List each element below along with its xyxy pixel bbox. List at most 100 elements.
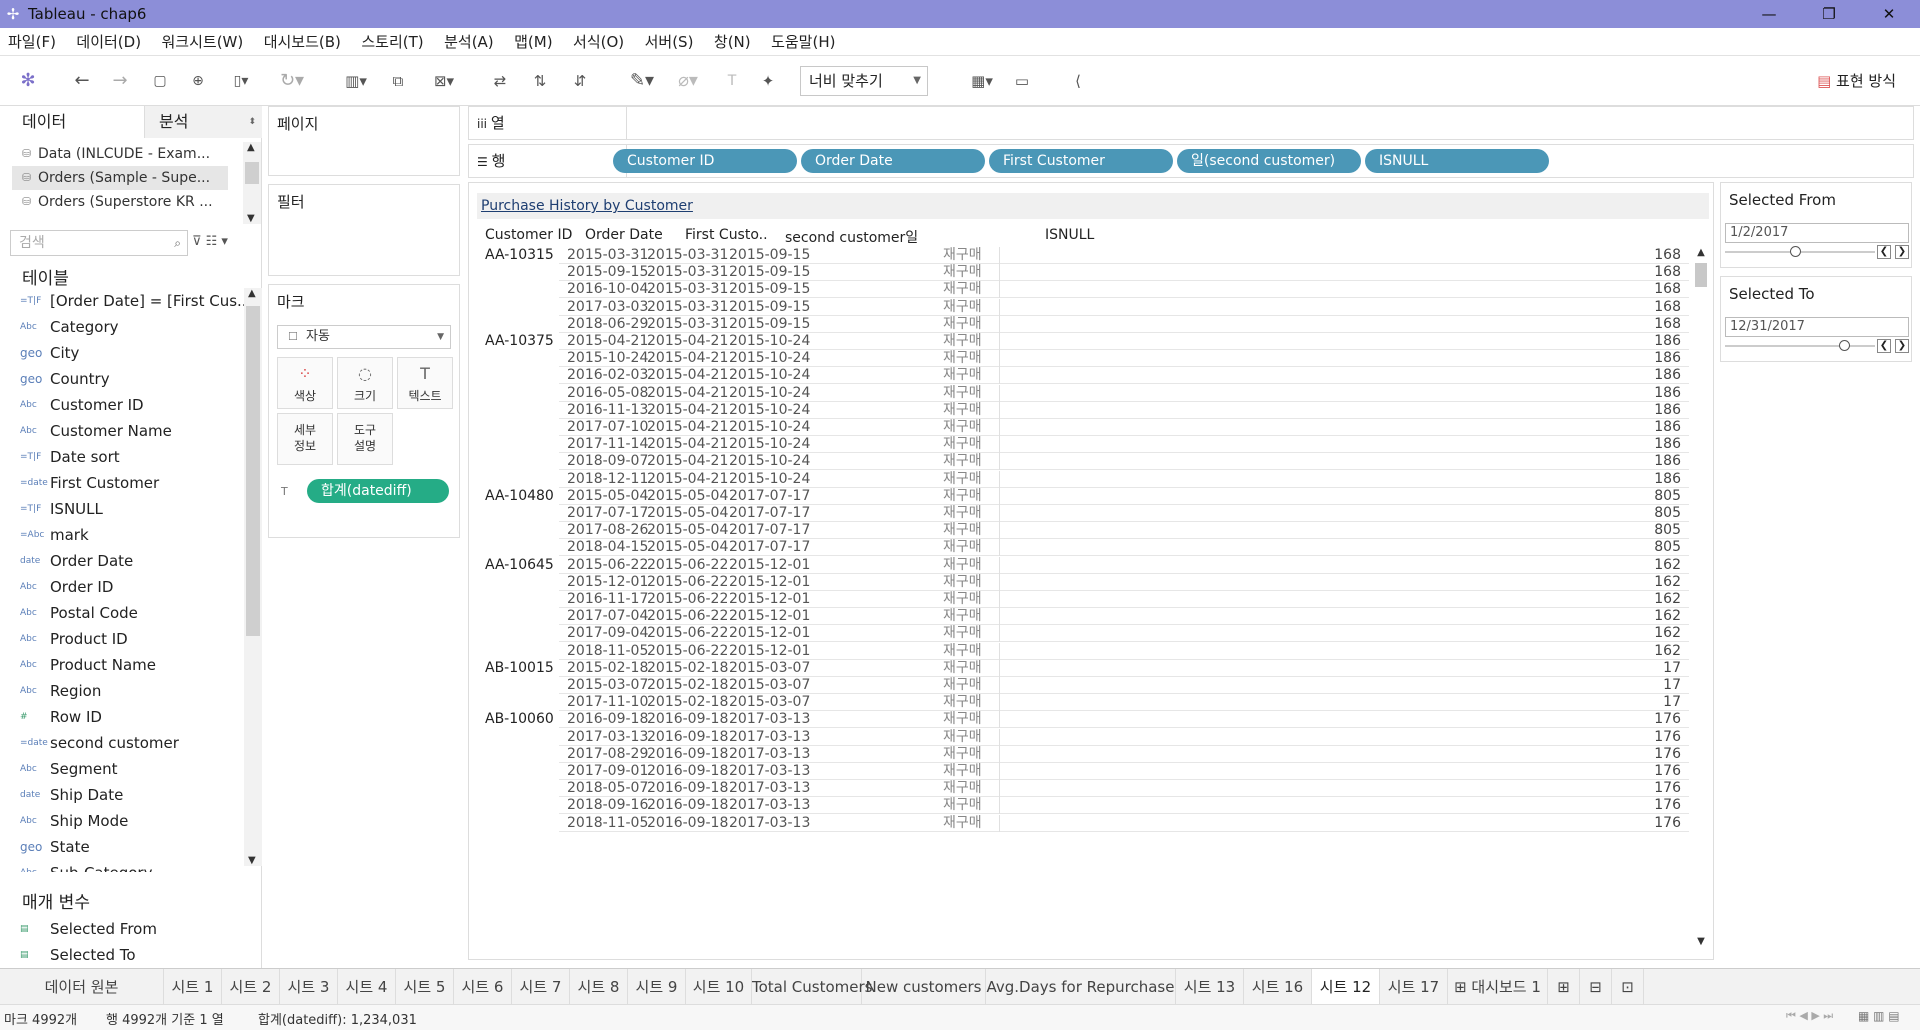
table-row[interactable]: 2015-12-01 2015-06-22 2015-12-01 재구매 162 xyxy=(477,573,1689,591)
scroll-up-icon[interactable]: ▲ xyxy=(247,142,255,153)
sheet-tab[interactable]: 시트 10 xyxy=(686,969,752,1005)
show-me-button[interactable]: ▤ 표현 방식 xyxy=(1817,70,1896,91)
param-to-prev-icon[interactable]: ❮ xyxy=(1877,339,1891,353)
table-row[interactable]: 2018-11-05 2015-06-22 2015-12-01 재구매 162 xyxy=(477,642,1689,660)
rows-pill-customer-id[interactable]: Customer ID xyxy=(613,149,797,173)
menu-dashboard[interactable]: 대시보드(B) xyxy=(256,28,349,56)
pages-card[interactable]: 페이지 xyxy=(268,106,460,176)
table-row[interactable]: 2018-05-07 2016-09-18 2017-03-13 재구매 176 xyxy=(477,780,1689,798)
sheet-tab[interactable]: Total Customers xyxy=(752,969,872,1005)
table-row[interactable]: 2015-10-24 2015-04-21 2015-10-24 재구매 186 xyxy=(477,350,1689,368)
rows-pill-second-customer[interactable]: 일(second customer) xyxy=(1177,149,1361,173)
show-cards-icon[interactable]: ▦▾ xyxy=(962,68,1002,94)
close-icon[interactable]: ✕ xyxy=(1866,0,1912,28)
share-icon[interactable]: ⟨ xyxy=(1066,68,1090,94)
field-item[interactable]: Abc Segment xyxy=(0,756,244,782)
field-item[interactable]: Abc Postal Code xyxy=(0,600,244,626)
undo-icon[interactable]: ← xyxy=(70,68,94,94)
field-item[interactable]: geo City xyxy=(0,340,244,366)
new-worksheet-tab-icon[interactable]: ⊞ xyxy=(1548,969,1580,1005)
scroll-down-icon[interactable]: ▼ xyxy=(247,213,255,224)
redo-icon[interactable]: → xyxy=(108,68,132,94)
field-item[interactable]: Abc Region xyxy=(0,678,244,704)
table-row[interactable]: AA-10315 2015-03-31 2015-03-31 2015-09-15 재구… xyxy=(477,247,1689,264)
table-row[interactable]: 2018-09-16 2016-09-18 2017-03-13 재구매 176 xyxy=(477,797,1689,815)
view-title[interactable]: Purchase History by Customer xyxy=(477,193,1709,219)
mark-pill-datediff[interactable]: 합계(datediff) xyxy=(307,479,449,503)
sheet-tab[interactable]: 시트 17 xyxy=(1380,969,1448,1005)
view-scrollbar[interactable]: ▲ ▼ xyxy=(1693,247,1709,947)
sheet-tab[interactable]: Avg.Days for Repurchase xyxy=(986,969,1176,1005)
sheet-tab[interactable]: 시트 8 xyxy=(570,969,628,1005)
filter-icon[interactable]: ⊽ ☷ ▾ xyxy=(192,234,228,249)
table-row[interactable]: AA-10645 2015-06-22 2015-06-22 2015-12-01 재구… xyxy=(477,556,1689,574)
tableau-home-icon[interactable]: ✻ xyxy=(16,68,40,94)
menu-map[interactable]: 맵(M) xyxy=(506,28,560,56)
table-row[interactable]: 2017-07-04 2015-06-22 2015-12-01 재구매 162 xyxy=(477,608,1689,626)
scroll-thumb[interactable] xyxy=(245,162,259,184)
sheet-tab[interactable]: 시트 4 xyxy=(338,969,396,1005)
field-item[interactable]: date Order Date xyxy=(0,548,244,574)
header-customer-id[interactable]: Customer ID xyxy=(485,227,572,243)
tab-analysis[interactable]: 분석 ⬍ xyxy=(144,106,262,138)
field-item[interactable]: date Ship Date xyxy=(0,782,244,808)
field-item[interactable]: =T|F [Order Date] = [First Cus... xyxy=(0,288,244,314)
pause-updates-icon[interactable]: ▯▾ xyxy=(226,68,256,94)
table-row[interactable]: 2016-02-03 2015-04-21 2015-10-24 재구매 186 xyxy=(477,367,1689,385)
scroll-up-icon[interactable]: ▲ xyxy=(248,288,256,299)
param-item[interactable]: ▤ Selected From xyxy=(0,916,244,942)
table-row[interactable]: 2017-07-17 2015-05-04 2017-07-17 재구매 805 xyxy=(477,505,1689,522)
field-item[interactable]: geo Country xyxy=(0,366,244,392)
label-icon[interactable]: T xyxy=(720,68,744,94)
scroll-down-icon[interactable]: ▼ xyxy=(248,855,256,866)
menu-server[interactable]: 서버(S) xyxy=(637,28,702,56)
presentation-icon[interactable]: ▭ xyxy=(1010,68,1034,94)
table-row[interactable]: 2017-11-14 2015-04-21 2015-10-24 재구매 186 xyxy=(477,436,1689,454)
datasource-item[interactable]: ⛁ Orders (Sample - Supe... xyxy=(12,166,228,190)
scroll-down-icon[interactable]: ▼ xyxy=(1693,936,1709,947)
field-item[interactable]: Abc Product Name xyxy=(0,652,244,678)
menu-story[interactable]: 스토리(T) xyxy=(353,28,431,56)
param-to-input[interactable]: 12/31/2017 xyxy=(1725,317,1909,337)
group-icon[interactable]: ⌀▾ xyxy=(668,68,708,94)
sheet-tab[interactable]: 시트 9 xyxy=(628,969,686,1005)
sheet-tab[interactable]: ⊞ 대시보드 1 xyxy=(1448,969,1548,1005)
table-row[interactable]: 2017-09-01 2016-09-18 2017-03-13 재구매 176 xyxy=(477,763,1689,780)
refresh-icon[interactable]: ↻▾ xyxy=(272,68,312,94)
rows-pill-order-date[interactable]: Order Date xyxy=(801,149,985,173)
field-item[interactable]: Abc Order ID xyxy=(0,574,244,600)
field-scrollbar[interactable]: ▲ ▼ xyxy=(244,288,262,866)
menu-help[interactable]: 도움말(H) xyxy=(763,28,843,56)
field-item[interactable]: Abc Product ID xyxy=(0,626,244,652)
rows-pill-isnull[interactable]: ISNULL xyxy=(1365,149,1549,173)
header-isnull[interactable]: ISNULL xyxy=(1045,227,1094,243)
duplicate-sheet-icon[interactable]: ⧉ xyxy=(386,68,410,94)
sheet-tab[interactable]: 시트 5 xyxy=(396,969,454,1005)
swap-icon[interactable]: ⇄ xyxy=(488,68,512,94)
sort-descending-icon[interactable]: ⇵ xyxy=(568,68,592,94)
field-item[interactable]: =Abc mark xyxy=(0,522,244,548)
param-from-next-icon[interactable]: ❯ xyxy=(1895,245,1909,259)
clear-sheet-icon[interactable]: ⊠▾ xyxy=(424,68,464,94)
param-from-input[interactable]: 1/2/2017 xyxy=(1725,223,1909,243)
table-row[interactable]: 2018-09-07 2015-04-21 2015-10-24 재구매 186 xyxy=(477,453,1689,471)
table-row[interactable]: 2018-04-15 2015-05-04 2017-07-17 재구매 805 xyxy=(477,539,1689,557)
table-row[interactable]: 2018-06-29 2015-03-31 2015-09-15 재구매 168 xyxy=(477,315,1689,333)
table-row[interactable]: AA-10480 2015-05-04 2015-05-04 2017-07-17 재구… xyxy=(477,487,1689,505)
table-row[interactable]: 2017-08-29 2016-09-18 2017-03-13 재구매 176 xyxy=(477,745,1689,763)
detail-button[interactable]: 세부 정보 xyxy=(277,413,333,465)
menu-file[interactable]: 파일(F) xyxy=(0,28,64,56)
filters-card[interactable]: 필터 xyxy=(268,184,460,276)
highlight-icon[interactable]: ✎▾ xyxy=(622,68,662,94)
sheet-tab[interactable]: 시트 16 xyxy=(1244,969,1312,1005)
menu-data[interactable]: 데이터(D) xyxy=(68,28,149,56)
table-row[interactable]: 2016-11-17 2015-06-22 2015-12-01 재구매 162 xyxy=(477,591,1689,608)
field-item[interactable]: Abc Ship Mode xyxy=(0,808,244,834)
param-to-next-icon[interactable]: ❯ xyxy=(1895,339,1909,353)
new-datasource-icon[interactable]: ⊕ xyxy=(186,68,210,94)
table-row[interactable]: AB-10060 2016-09-18 2016-09-18 2017-03-13 재구… xyxy=(477,711,1689,729)
field-item[interactable]: =T|F ISNULL xyxy=(0,496,244,522)
fit-dropdown[interactable]: 너비 맞추기 ▼ xyxy=(800,66,928,96)
menu-analysis[interactable]: 분석(A) xyxy=(436,28,502,56)
mark-type-dropdown[interactable]: ☐ 자동 ▼ xyxy=(277,325,451,349)
